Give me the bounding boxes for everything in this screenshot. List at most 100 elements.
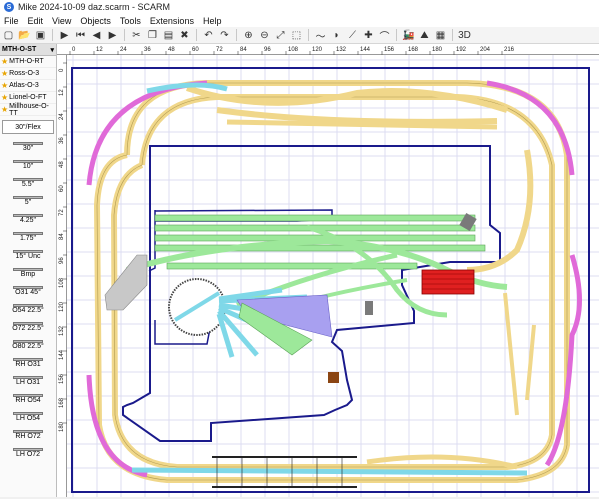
cross-icon[interactable]: ✚	[362, 29, 375, 42]
toolbar-separator	[196, 29, 197, 41]
track-piece[interactable]: 30"	[0, 138, 56, 156]
cut-icon[interactable]: ✂	[130, 29, 143, 42]
zoom-window-icon[interactable]: ⬚	[290, 29, 303, 42]
yard-red	[421, 269, 475, 295]
track-piece[interactable]: 15° Unc	[0, 246, 56, 264]
track-piece-label: LH O72	[15, 451, 41, 458]
ruler-tick-label: 192	[456, 47, 467, 53]
flex-track-button[interactable]: 30"/Flex	[2, 120, 54, 134]
track-piece[interactable]: LH O72	[0, 444, 56, 462]
favorite-library-item[interactable]: ★ MTH-O-RT	[0, 56, 56, 68]
play-icon[interactable]: ▶	[58, 29, 71, 42]
track-piece[interactable]: O72 22.5°	[0, 318, 56, 336]
ruler-tick-label: 12	[96, 47, 103, 53]
next-icon[interactable]: ▶	[106, 29, 119, 42]
track-library-panel: MTH-O-ST ▾ ★ MTH-O-RT ★ Ross-O-3 ★ Atlas-O-3 ★…	[0, 44, 57, 497]
track-piece[interactable]: RH O31	[0, 354, 56, 372]
scarm-logo-icon: S	[4, 2, 14, 12]
track-piece-label: RH O72	[15, 433, 41, 440]
track-piece-label: RH O54	[15, 397, 41, 404]
track-piece[interactable]: 10"	[0, 156, 56, 174]
open-icon[interactable]: 📂	[18, 29, 31, 42]
ruler-tick-label: 156	[384, 47, 395, 53]
toolbar-separator	[452, 29, 453, 41]
rolling-stock-icon[interactable]: 🚂	[402, 29, 415, 42]
undo-icon[interactable]: ↶	[202, 29, 215, 42]
menu-extensions[interactable]: Extensions	[150, 16, 194, 26]
track-piece[interactable]: O80 22.5°	[0, 336, 56, 354]
ruler-tick-label: 48	[168, 47, 175, 53]
toolbar-separator	[308, 29, 309, 41]
zoom-out-icon[interactable]: ⊖	[258, 29, 271, 42]
ruler-top: 0 12 24 36 48 60 72 84 96 108 120 132 144 156 168 180 19…	[57, 44, 599, 55]
track-piece-label: 10"	[22, 163, 34, 170]
ruler-tick-label: 24	[59, 113, 65, 120]
layout-canvas[interactable]	[67, 55, 599, 497]
ruler-tick-label: 72	[59, 209, 65, 216]
track-piece[interactable]: 1.75"	[0, 228, 56, 246]
track-pieces-list: 30" 10" 5.5" 5" 4.25" 1.75" 15° Unc Bmp O31 45° O…	[0, 138, 56, 462]
favorite-label: Lionel-O-FT	[9, 94, 47, 101]
toolbar-separator	[124, 29, 125, 41]
ruler-tick-label: 132	[59, 325, 65, 336]
track-piece[interactable]: 4.25"	[0, 210, 56, 228]
paste-icon[interactable]: ▤	[162, 29, 175, 42]
ruler-tick-label: 36	[59, 137, 65, 144]
track-piece[interactable]: 5.5"	[0, 174, 56, 192]
ruler-tick-label: 12	[59, 89, 65, 96]
ruler-tick-label: 180	[432, 47, 443, 53]
menu-tools[interactable]: Tools	[120, 16, 141, 26]
star-icon: ★	[1, 81, 9, 90]
slope-icon[interactable]: ⟋	[346, 29, 359, 42]
menu-edit[interactable]: Edit	[28, 16, 44, 26]
save-icon[interactable]: ▣	[34, 29, 47, 42]
flex-label: 30"/Flex	[15, 123, 41, 131]
zoom-in-icon[interactable]: ⊕	[242, 29, 255, 42]
ruler-left: 0 12 24 36 48 60 72 84 96 108 120 132 144 156 168 180	[57, 55, 67, 497]
track-piece[interactable]: O54 22.5°	[0, 300, 56, 318]
first-icon[interactable]: ⏮	[74, 29, 87, 42]
zoom-fit-icon[interactable]: ⤢	[274, 29, 287, 42]
library-selector[interactable]: MTH-O-ST ▾	[0, 44, 56, 56]
grid-icon[interactable]: ▦	[434, 29, 447, 42]
3d-icon[interactable]: 3D	[458, 29, 471, 42]
track-piece[interactable]: 5"	[0, 192, 56, 210]
library-name: MTH-O-ST	[2, 46, 37, 53]
favorite-library-item[interactable]: ★ Ross-O-3	[0, 68, 56, 80]
favorite-label: Ross-O-3	[9, 70, 40, 77]
delete-icon[interactable]: ✖	[178, 29, 191, 42]
ruler-tick-label: 60	[192, 47, 199, 53]
track-piece-label: 15° Unc	[15, 253, 41, 260]
track-piece[interactable]: O31 45°	[0, 282, 56, 300]
terrain-icon[interactable]: ⛰	[418, 29, 431, 42]
flex-icon[interactable]: 〜	[314, 29, 327, 43]
new-icon[interactable]: ▢	[2, 29, 15, 42]
menu-help[interactable]: Help	[203, 16, 222, 26]
track-piece[interactable]: LH O54	[0, 408, 56, 426]
toolbar-separator	[396, 29, 397, 41]
track-piece-label: LH O54	[15, 415, 41, 422]
track-piece-label: 1.75"	[19, 235, 37, 242]
ruler-tick-label: 216	[504, 47, 515, 53]
menu-objects[interactable]: Objects	[80, 16, 111, 26]
track-piece[interactable]: RH O54	[0, 390, 56, 408]
chevron-down-icon: ▾	[50, 47, 54, 54]
redo-icon[interactable]: ↷	[218, 29, 231, 42]
bridge-icon[interactable]: ⌒	[378, 29, 391, 43]
favorite-library-item[interactable]: ★ Millhouse-O-TT	[0, 103, 56, 117]
track-piece[interactable]: LH O31	[0, 372, 56, 390]
tunnel-icon[interactable]: ◗	[330, 29, 343, 42]
ruler-tick-label: 48	[59, 161, 65, 168]
favorite-library-item[interactable]: ★ Atlas-O-3	[0, 80, 56, 92]
window-title: Mike 2024-10-09 daz.scarm - SCARM	[18, 2, 171, 12]
ruler-tick-label: 108	[288, 47, 299, 53]
prev-icon[interactable]: ◀	[90, 29, 103, 42]
copy-icon[interactable]: ❐	[146, 29, 159, 42]
ruler-tick-label: 84	[240, 47, 247, 53]
menu-view[interactable]: View	[52, 16, 71, 26]
layout-drawing[interactable]	[67, 55, 599, 497]
menu-file[interactable]: File	[4, 16, 19, 26]
mainline-south-cyan	[131, 467, 528, 476]
track-piece[interactable]: Bmp	[0, 264, 56, 282]
track-piece[interactable]: RH O72	[0, 426, 56, 444]
